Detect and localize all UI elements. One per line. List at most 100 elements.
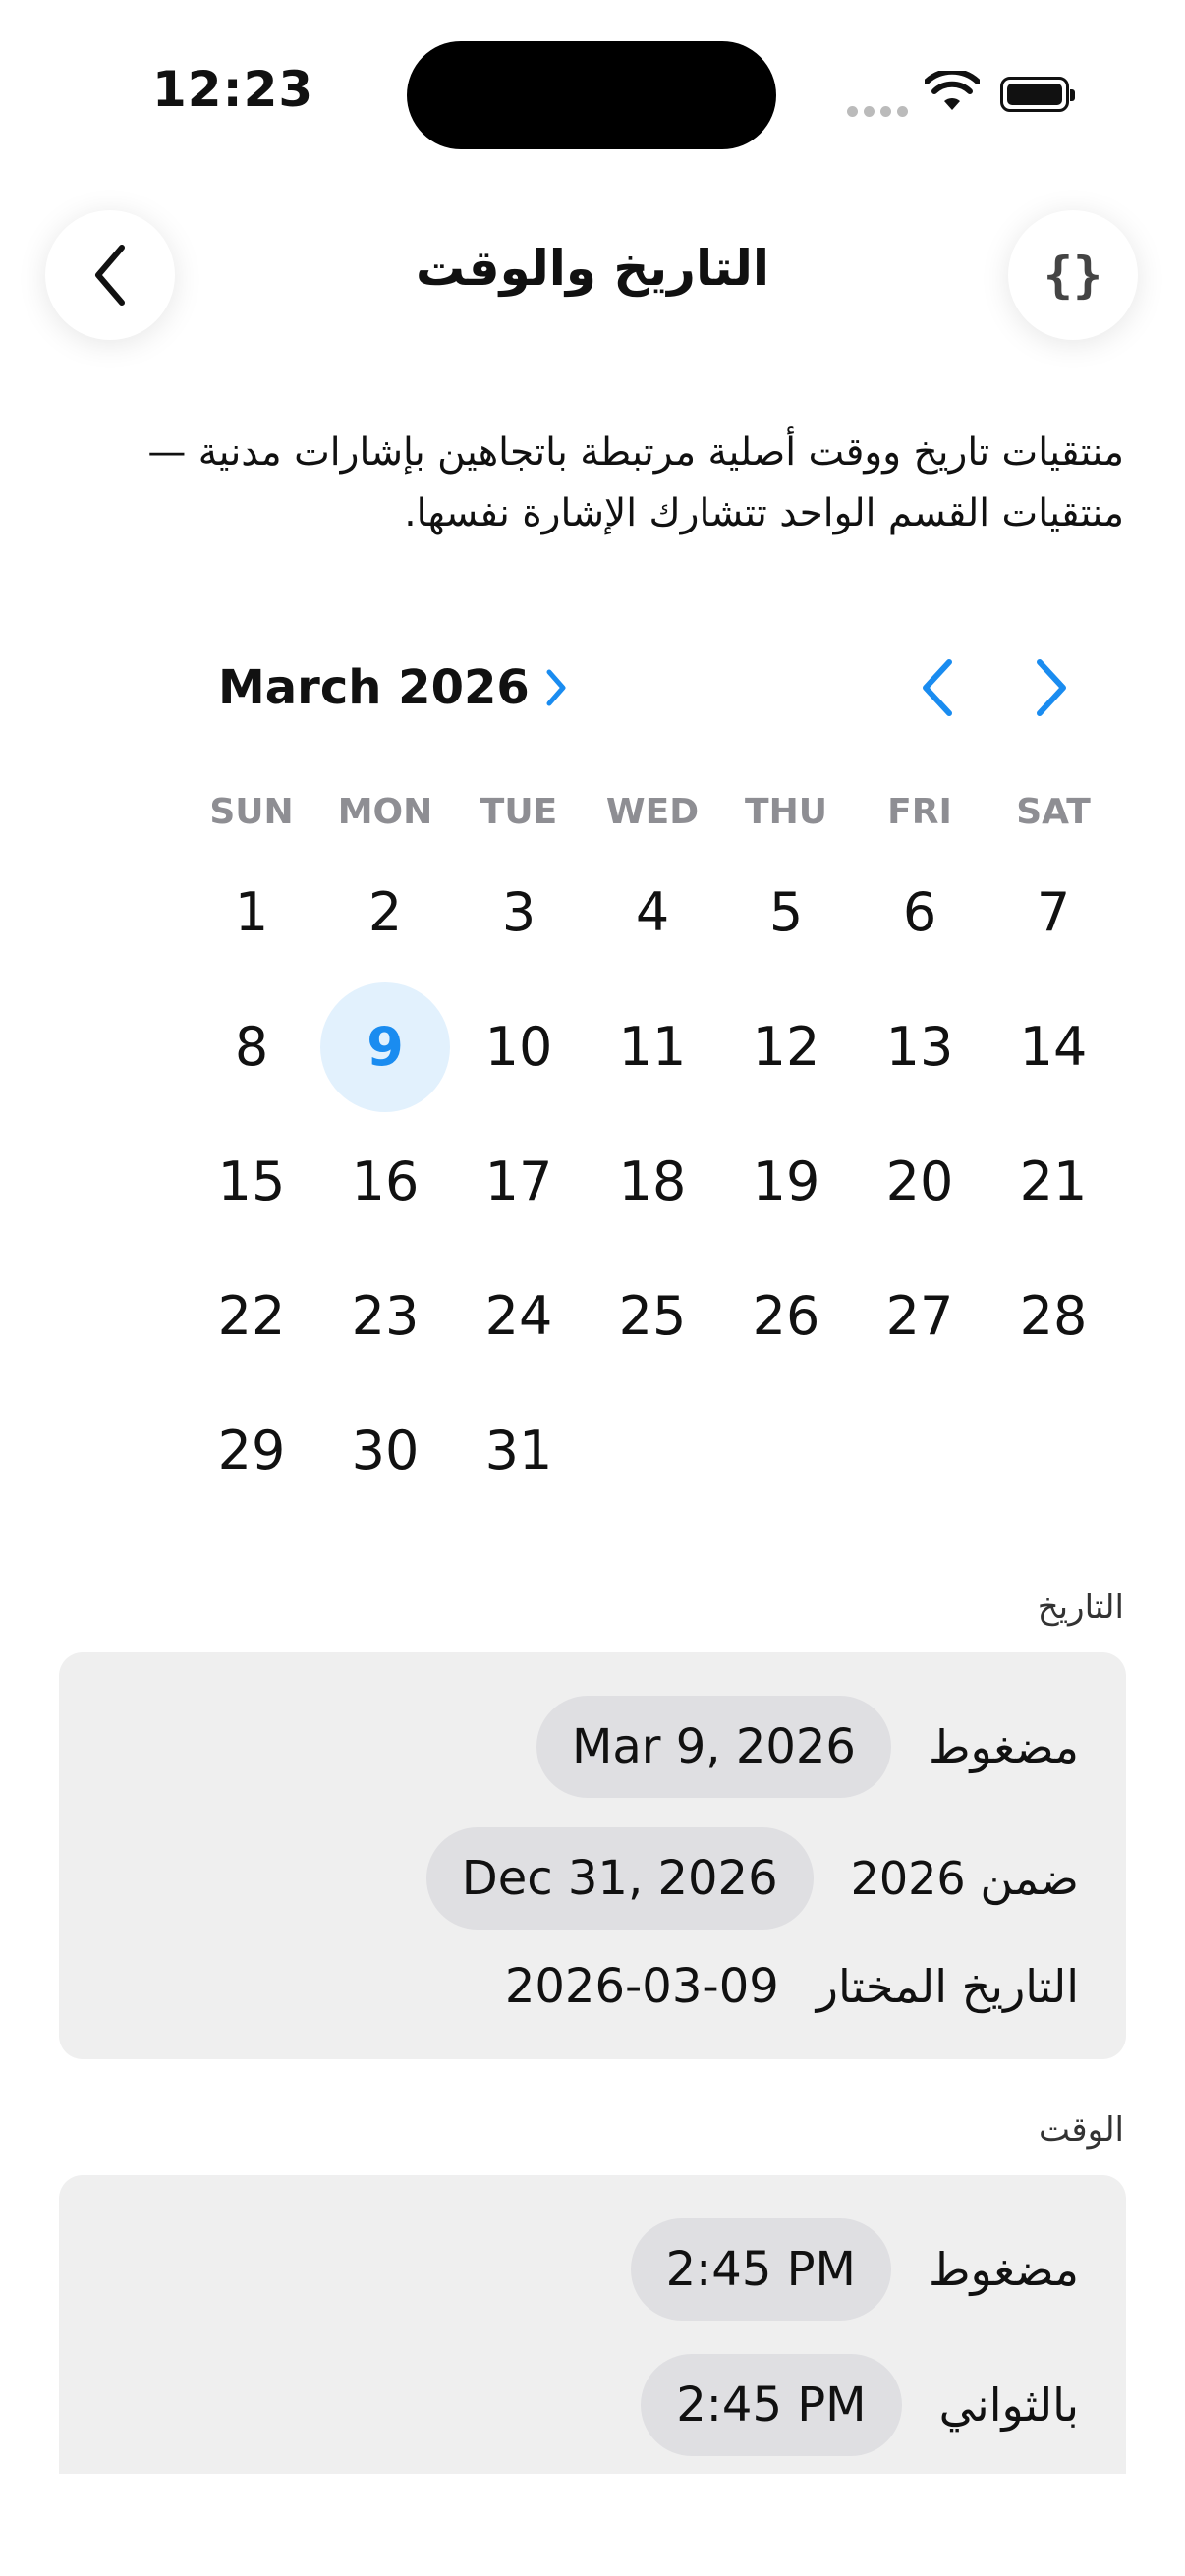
- calendar-day[interactable]: 14: [987, 980, 1120, 1114]
- calendar-day-number: 19: [752, 1150, 820, 1212]
- calendar-day-number: 28: [1019, 1285, 1088, 1347]
- weekday-label: WED: [605, 792, 700, 832]
- previous-month-button[interactable]: [920, 658, 955, 717]
- calendar-day[interactable]: 7: [987, 845, 1120, 980]
- calendar-day[interactable]: 8: [185, 980, 318, 1114]
- month-year-selector[interactable]: March 2026: [218, 660, 567, 715]
- weekday-label: TUE: [480, 792, 558, 832]
- calendar-day-number: 11: [618, 1016, 687, 1078]
- calendar-day[interactable]: 28: [987, 1249, 1120, 1383]
- calendar-day[interactable]: 18: [586, 1114, 719, 1249]
- date-selected-label: التاريخ المختار: [816, 1960, 1079, 2013]
- status-time: 12:23: [152, 61, 314, 118]
- calendar-day[interactable]: 4: [586, 845, 719, 980]
- time-seconds-picker[interactable]: 2:45 PM: [641, 2354, 902, 2456]
- date-within-picker[interactable]: Dec 31, 2026: [425, 1827, 814, 1930]
- page-description: منتقيات تاريخ ووقت أصلية مرتبطة باتجاهين…: [147, 430, 1124, 535]
- date-within-label: ضمن 2026: [850, 1852, 1079, 1905]
- calendar-day[interactable]: 13: [853, 980, 987, 1114]
- next-month-button[interactable]: [1034, 658, 1069, 717]
- time-compact-label: مضغوط: [928, 2243, 1079, 2296]
- braces-icon: {}: [1043, 247, 1103, 304]
- calendar-day[interactable]: 19: [719, 1114, 853, 1249]
- weekday-label: MON: [337, 792, 433, 832]
- calendar-day[interactable]: 11: [586, 980, 719, 1114]
- date-compact-picker[interactable]: Mar 9, 2026: [536, 1696, 891, 1798]
- calendar-day-number: 20: [885, 1150, 954, 1212]
- weekday-label: THU: [745, 792, 827, 832]
- calendar-day-number: 16: [351, 1150, 420, 1212]
- calendar-day-number: 4: [635, 881, 670, 943]
- calendar-day[interactable]: 27: [853, 1249, 987, 1383]
- calendar-day[interactable]: 1: [185, 845, 318, 980]
- calendar-day-number: 25: [618, 1285, 687, 1347]
- chevron-left-icon: [95, 245, 125, 306]
- calendar-day-number: 31: [484, 1420, 553, 1482]
- calendar-day-number: 3: [501, 881, 536, 943]
- battery-icon: [1000, 77, 1075, 112]
- date-compact-label: مضغوط: [928, 1720, 1079, 1773]
- calendar-day-number: 8: [234, 1016, 269, 1078]
- calendar-day-number: 15: [217, 1150, 286, 1212]
- calendar-day-number: 21: [1019, 1150, 1088, 1212]
- dynamic-island: [407, 41, 776, 149]
- calendar-day-number: 2: [367, 881, 403, 943]
- calendar-day[interactable]: 29: [185, 1383, 318, 1518]
- calendar-day-grid: 1 2 3 4 5 6 7 8 9 10 11 12 13 14 15 16 17 18 19 20 21 22 23 24 2…: [185, 845, 1185, 1518]
- chevron-right-icon: [546, 669, 566, 706]
- calendar-day-number: 30: [351, 1420, 420, 1482]
- date-section-card: مضغوط Mar 9, 2026 ضمن 2026 Dec 31, 2026 …: [59, 1652, 1126, 2059]
- calendar-day[interactable]: 5: [719, 845, 853, 980]
- calendar-day-number: 1: [234, 881, 269, 943]
- time-compact-picker[interactable]: 2:45 PM: [630, 2218, 891, 2321]
- calendar-day-number: 24: [484, 1285, 553, 1347]
- calendar-day-number: 29: [217, 1420, 286, 1482]
- month-navigation: [920, 658, 1069, 717]
- calendar-day[interactable]: 3: [452, 845, 586, 980]
- calendar-day[interactable]: 31: [452, 1383, 586, 1518]
- calendar-day-number: 6: [902, 881, 937, 943]
- calendar-day[interactable]: 10: [452, 980, 586, 1114]
- back-button[interactable]: [45, 210, 175, 340]
- calendar-day[interactable]: 30: [318, 1383, 452, 1518]
- calendar-day[interactable]: 12: [719, 980, 853, 1114]
- weekday-header: SUN MON TUE WED THU FRI SAT: [185, 792, 1185, 832]
- weekday-label: SUN: [209, 792, 294, 832]
- date-within-row: ضمن 2026 Dec 31, 2026: [425, 1827, 1079, 1930]
- calendar-day[interactable]: 20: [853, 1114, 987, 1249]
- calendar-day-number: 13: [885, 1016, 954, 1078]
- calendar-day-number: 23: [351, 1285, 420, 1347]
- code-button[interactable]: {}: [1008, 210, 1138, 340]
- calendar-day-number: 7: [1036, 881, 1071, 943]
- calendar-day[interactable]: 22: [185, 1249, 318, 1383]
- calendar-day-number: 17: [484, 1150, 553, 1212]
- date-selected-row: التاريخ المختار 2026-03-09: [505, 1959, 1079, 2014]
- calendar-day[interactable]: 6: [853, 845, 987, 980]
- date-compact-row: مضغوط Mar 9, 2026: [536, 1696, 1079, 1798]
- page-title: التاريخ والوقت: [415, 240, 770, 297]
- weekday-label: SAT: [1016, 792, 1091, 832]
- calendar-day[interactable]: 15: [185, 1114, 318, 1249]
- calendar-day[interactable]: 21: [987, 1114, 1120, 1249]
- weekday-label: FRI: [887, 792, 952, 832]
- calendar-day-number: 14: [1019, 1016, 1088, 1078]
- calendar-day[interactable]: 16: [318, 1114, 452, 1249]
- calendar-day[interactable]: 24: [452, 1249, 586, 1383]
- signal-dots-icon: [847, 102, 914, 121]
- wifi-icon: [925, 71, 980, 110]
- month-label: March 2026: [218, 660, 530, 715]
- time-seconds-label: بالثواني: [938, 2379, 1079, 2432]
- calendar-day[interactable]: 26: [719, 1249, 853, 1383]
- calendar-day-number: 5: [768, 881, 804, 943]
- time-compact-row: مضغوط 2:45 PM: [630, 2218, 1079, 2321]
- calendar-day[interactable]: 25: [586, 1249, 719, 1383]
- calendar-day-selected[interactable]: 9: [318, 980, 452, 1114]
- calendar-day[interactable]: 17: [452, 1114, 586, 1249]
- calendar-day-number: 22: [217, 1285, 286, 1347]
- time-section-card: مضغوط 2:45 PM بالثواني 2:45 PM: [59, 2175, 1126, 2474]
- calendar-day[interactable]: 23: [318, 1249, 452, 1383]
- calendar-day-number: 9: [320, 981, 450, 1112]
- calendar-day-number: 12: [752, 1016, 820, 1078]
- time-seconds-row: بالثواني 2:45 PM: [641, 2354, 1079, 2456]
- calendar-day[interactable]: 2: [318, 845, 452, 980]
